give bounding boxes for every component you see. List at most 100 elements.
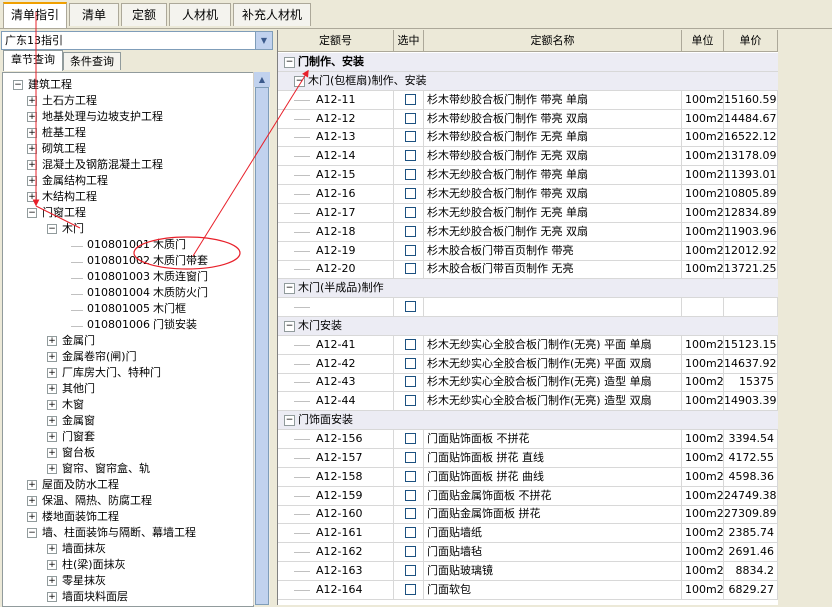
collapse-icon[interactable]: − — [294, 75, 305, 87]
expand-icon[interactable]: + — [47, 400, 57, 410]
select-checkbox[interactable] — [405, 489, 416, 501]
expand-icon[interactable]: + — [47, 368, 57, 378]
collapse-icon[interactable]: − — [284, 283, 295, 295]
collapse-icon[interactable]: − — [284, 320, 295, 332]
expand-icon[interactable]: + — [47, 416, 57, 426]
expand-icon[interactable]: + — [27, 512, 37, 522]
chapter-tree[interactable]: − 建筑工程 + 土石方工程 + 地基处理与边坡支护工程 + 桩基工程 + 砌筑工程 + 混凝土及钢筋… — [2, 72, 254, 607]
quota-row[interactable]: A12-17 杉木无纱胶合板门制作 无亮 单扇 100m2 12834.89 — [278, 203, 778, 223]
select-checkbox[interactable] — [405, 150, 416, 162]
expand-icon[interactable]: + — [27, 128, 37, 138]
select-checkbox[interactable] — [405, 395, 416, 407]
group-row[interactable]: − 门饰面安装 — [278, 411, 778, 431]
group-row[interactable]: − 门制作、安装 — [278, 53, 778, 72]
quota-row[interactable]: A12-164 门面软包 100m2 6829.27 — [278, 580, 778, 600]
expand-icon[interactable]: + — [27, 144, 37, 154]
tab-condition-query[interactable]: 条件查询 — [63, 52, 121, 70]
quota-row[interactable]: A12-15 杉木无纱胶合板门制作 带亮 单扇 100m2 11393.01 — [278, 166, 778, 186]
select-checkbox[interactable] — [405, 546, 416, 558]
header-unit-price[interactable]: 单价 — [724, 30, 778, 51]
quota-row[interactable]: A12-18 杉木无纱胶合板门制作 无亮 双扇 100m2 11903.96 — [278, 222, 778, 242]
select-checkbox[interactable] — [405, 583, 416, 595]
expand-icon[interactable]: + — [27, 496, 37, 506]
expand-icon[interactable]: + — [47, 576, 57, 586]
collapse-icon[interactable]: − — [284, 57, 295, 68]
expand-icon[interactable]: + — [27, 112, 37, 122]
expand-icon[interactable]: + — [47, 592, 57, 602]
quota-row[interactable]: A12-13 杉木带纱胶合板门制作 无亮 单扇 100m2 16522.12 — [278, 128, 778, 148]
guide-select[interactable]: 广东13指引 ▼ — [1, 31, 273, 50]
quota-row[interactable]: A12-19 杉木胶合板门带百页制作 带亮 100m2 12012.92 — [278, 241, 778, 261]
select-checkbox[interactable] — [405, 508, 416, 520]
expand-icon[interactable]: + — [47, 464, 57, 474]
scroll-up-icon[interactable]: ▲ — [254, 72, 270, 87]
tab-list-guide[interactable]: 清单指引 — [3, 2, 67, 28]
expand-icon[interactable]: + — [47, 544, 57, 554]
quota-row[interactable]: A12-43 杉木无纱实心全胶合板门制作(无亮) 造型 单扇 100m2 15375 — [278, 373, 778, 393]
select-checkbox[interactable] — [405, 564, 416, 576]
select-checkbox[interactable] — [405, 225, 416, 237]
select-checkbox[interactable] — [405, 376, 416, 388]
quota-row[interactable]: A12-157 门面贴饰面板 拼花 直线 100m2 4172.55 — [278, 448, 778, 468]
select-checkbox[interactable] — [405, 301, 416, 313]
select-checkbox[interactable] — [405, 244, 416, 256]
select-checkbox[interactable] — [405, 357, 416, 369]
quota-row[interactable]: A12-156 门面贴饰面板 不拼花 100m2 3394.54 — [278, 430, 778, 449]
select-checkbox[interactable] — [405, 187, 416, 199]
collapse-icon[interactable]: − — [27, 208, 37, 218]
chevron-down-icon[interactable]: ▼ — [255, 32, 272, 49]
tab-chapter-query[interactable]: 章节查询 — [3, 50, 63, 71]
quota-row[interactable]: A12-42 杉木无纱实心全胶合板门制作(无亮) 平面 双扇 100m2 14637.… — [278, 354, 778, 374]
header-selected[interactable]: 选中 — [394, 30, 424, 51]
expand-icon[interactable]: + — [27, 192, 37, 202]
group-row[interactable]: − 木门(包框扇)制作、安装 — [278, 71, 778, 91]
header-quota-name[interactable]: 定额名称 — [424, 30, 682, 51]
quota-row[interactable]: A12-162 门面贴墙毡 100m2 2691.46 — [278, 543, 778, 563]
select-checkbox[interactable] — [405, 527, 416, 539]
header-unit[interactable]: 单位 — [682, 30, 724, 51]
scroll-thumb[interactable] — [255, 87, 269, 605]
quota-row[interactable]: A12-20 杉木胶合板门带百页制作 无亮 100m2 13721.25 — [278, 260, 778, 280]
quota-row[interactable]: A12-41 杉木无纱实心全胶合板门制作(无亮) 平面 单扇 100m2 15123.… — [278, 335, 778, 355]
expand-icon[interactable]: + — [27, 160, 37, 170]
header-quota-code[interactable]: 定额号 — [278, 30, 394, 51]
expand-icon[interactable]: + — [27, 176, 37, 186]
select-checkbox[interactable] — [405, 338, 416, 350]
select-checkbox[interactable] — [405, 169, 416, 181]
expand-icon[interactable]: + — [27, 96, 37, 106]
select-checkbox[interactable] — [405, 131, 416, 143]
expand-icon[interactable]: + — [47, 560, 57, 570]
tab-labor-material[interactable]: 人材机 — [169, 3, 231, 26]
select-checkbox[interactable] — [405, 470, 416, 482]
select-checkbox[interactable] — [405, 93, 416, 105]
expand-icon[interactable]: + — [47, 448, 57, 458]
quota-row[interactable]: A12-161 门面贴墙纸 100m2 2385.74 — [278, 524, 778, 544]
select-checkbox[interactable] — [405, 451, 416, 463]
tree-scrollbar[interactable]: ▲ — [253, 72, 270, 605]
select-checkbox[interactable] — [405, 433, 416, 444]
collapse-icon[interactable]: − — [13, 80, 23, 90]
quota-row[interactable]: A12-160 门面贴金属饰面板 拼花 100m2 27309.89 — [278, 505, 778, 525]
group-row[interactable]: − 木门安装 — [278, 316, 778, 336]
quota-row[interactable]: A12-44 杉木无纱实心全胶合板门制作(无亮) 造型 双扇 100m2 14903.… — [278, 392, 778, 412]
expand-icon[interactable]: + — [47, 336, 57, 346]
quota-row[interactable] — [278, 298, 778, 318]
expand-icon[interactable]: + — [47, 432, 57, 442]
collapse-icon[interactable]: − — [284, 415, 295, 427]
expand-icon[interactable]: + — [47, 352, 57, 362]
quota-row[interactable]: A12-159 门面贴金属饰面板 不拼花 100m2 24749.38 — [278, 486, 778, 506]
select-checkbox[interactable] — [405, 112, 416, 124]
expand-icon[interactable]: + — [27, 480, 37, 490]
quota-row[interactable]: A12-12 杉木带纱胶合板门制作 带亮 双扇 100m2 14484.67 — [278, 109, 778, 129]
collapse-icon[interactable]: − — [27, 528, 37, 538]
quota-row[interactable]: A12-158 门面贴饰面板 拼花 曲线 100m2 4598.36 — [278, 467, 778, 487]
group-row[interactable]: − 木门(半成品)制作 — [278, 279, 778, 299]
quota-row[interactable]: A12-163 门面贴玻璃镜 100m2 8834.2 — [278, 561, 778, 581]
tab-quota[interactable]: 定额 — [121, 3, 167, 26]
quota-row[interactable]: A12-14 杉木带纱胶合板门制作 无亮 双扇 100m2 13178.09 — [278, 147, 778, 167]
collapse-icon[interactable]: − — [47, 224, 57, 234]
expand-icon[interactable]: + — [47, 384, 57, 394]
select-checkbox[interactable] — [405, 263, 416, 275]
quota-row[interactable]: A12-11 杉木带纱胶合板门制作 带亮 单扇 100m2 15160.59 — [278, 90, 778, 110]
quota-row[interactable]: A12-16 杉木无纱胶合板门制作 带亮 双扇 100m2 10805.89 — [278, 184, 778, 204]
